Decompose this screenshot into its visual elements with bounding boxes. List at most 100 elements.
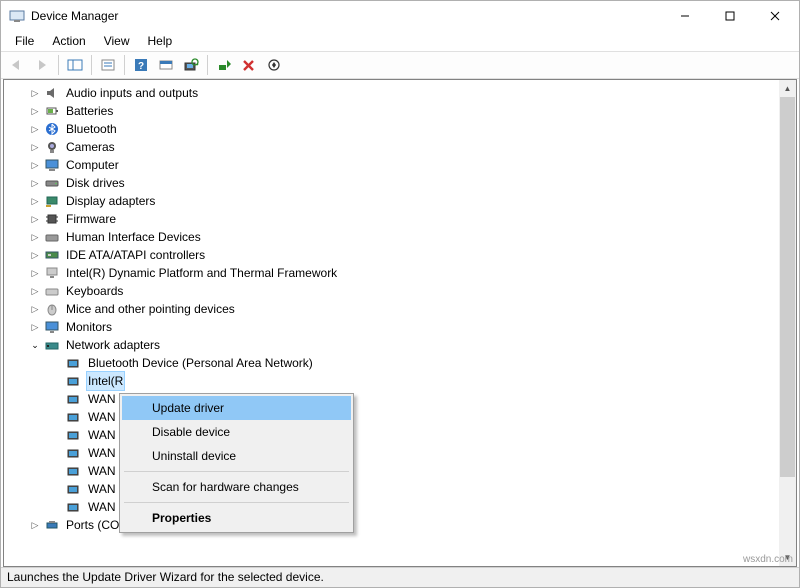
- tree-node-network-adapters[interactable]: ⌄ Network adapters: [4, 336, 796, 354]
- camera-icon: [44, 139, 60, 155]
- expand-icon[interactable]: ▷: [28, 320, 42, 334]
- properties-button[interactable]: [96, 53, 120, 77]
- toolbar: ?: [1, 51, 799, 79]
- menu-file[interactable]: File: [7, 33, 42, 49]
- context-uninstall-device[interactable]: Uninstall device: [122, 444, 351, 468]
- disable-device-button[interactable]: [262, 53, 286, 77]
- expand-icon[interactable]: ▷: [28, 122, 42, 136]
- tree-node-cameras[interactable]: ▷ Cameras: [4, 138, 796, 156]
- update-driver-button[interactable]: [212, 53, 236, 77]
- scroll-thumb[interactable]: [780, 97, 795, 477]
- expand-icon[interactable]: ▷: [28, 230, 42, 244]
- expand-icon[interactable]: ▷: [28, 140, 42, 154]
- toolbar-separator: [91, 55, 92, 75]
- disk-icon: [44, 175, 60, 191]
- app-icon: [9, 8, 25, 24]
- toolbar-separator: [58, 55, 59, 75]
- vertical-scrollbar[interactable]: ▲ ▼: [779, 80, 796, 566]
- tree-node-mice[interactable]: ▷ Mice and other pointing devices: [4, 300, 796, 318]
- tree-node-display[interactable]: ▷ Display adapters: [4, 192, 796, 210]
- collapse-icon[interactable]: ⌄: [28, 338, 42, 352]
- maximize-button[interactable]: [707, 2, 752, 30]
- context-properties[interactable]: Properties: [122, 506, 351, 530]
- menu-view[interactable]: View: [96, 33, 138, 49]
- system-icon: [44, 265, 60, 281]
- scroll-track[interactable]: [779, 97, 796, 549]
- expand-icon[interactable]: ▷: [28, 518, 42, 532]
- menu-help[interactable]: Help: [140, 33, 181, 49]
- tree-label: Keyboards: [64, 282, 125, 300]
- watermark: wsxdn.com: [743, 554, 793, 565]
- mouse-icon: [44, 301, 60, 317]
- tree-label: Firmware: [64, 210, 118, 228]
- tree-node-batteries[interactable]: ▷ Batteries: [4, 102, 796, 120]
- computer-icon: [44, 157, 60, 173]
- expand-icon[interactable]: ▷: [28, 248, 42, 262]
- tree-label: Monitors: [64, 318, 114, 336]
- display-adapter-icon: [44, 193, 60, 209]
- firmware-icon: [44, 211, 60, 227]
- tree-node-disk[interactable]: ▷ Disk drives: [4, 174, 796, 192]
- show-hide-console-tree-button[interactable]: [63, 53, 87, 77]
- tree-label: WAN: [86, 408, 118, 426]
- network-adapter-icon: [66, 463, 82, 479]
- expand-icon[interactable]: ▷: [28, 176, 42, 190]
- tree-node-adapter-selected[interactable]: Intel(R: [4, 372, 796, 390]
- expand-icon[interactable]: ▷: [28, 266, 42, 280]
- tree-label: Disk drives: [64, 174, 127, 192]
- tree-node-ide[interactable]: ▷ IDE ATA/ATAPI controllers: [4, 246, 796, 264]
- tree-node-intel-dptf[interactable]: ▷ Intel(R) Dynamic Platform and Thermal …: [4, 264, 796, 282]
- tree-label: WAN: [86, 444, 118, 462]
- help-button[interactable]: ?: [129, 53, 153, 77]
- keyboard-icon: [44, 283, 60, 299]
- tree-node-adapter[interactable]: Bluetooth Device (Personal Area Network): [4, 354, 796, 372]
- tree-label: Computer: [64, 156, 121, 174]
- tree-node-bluetooth[interactable]: ▷ Bluetooth: [4, 120, 796, 138]
- minimize-button[interactable]: [662, 2, 707, 30]
- context-separator: [124, 502, 349, 503]
- tree-label: Intel(R) Dynamic Platform and Thermal Fr…: [64, 264, 339, 282]
- title-bar: Device Manager: [1, 1, 799, 31]
- expand-icon[interactable]: ▷: [28, 158, 42, 172]
- expand-icon[interactable]: ▷: [28, 104, 42, 118]
- network-adapter-icon: [66, 445, 82, 461]
- close-button[interactable]: [752, 2, 797, 30]
- ports-icon: [44, 517, 60, 533]
- battery-icon: [44, 103, 60, 119]
- tree-label: Bluetooth: [64, 120, 119, 138]
- ide-icon: [44, 247, 60, 263]
- device-tree-panel: ▷ Audio inputs and outputs ▷ Batteries ▷…: [3, 79, 797, 567]
- tree-label: Mice and other pointing devices: [64, 300, 237, 318]
- menu-action[interactable]: Action: [44, 33, 93, 49]
- tree-label: Human Interface Devices: [64, 228, 203, 246]
- forward-button[interactable]: [30, 53, 54, 77]
- expand-icon[interactable]: ▷: [28, 194, 42, 208]
- expand-icon[interactable]: ▷: [28, 86, 42, 100]
- tree-node-audio[interactable]: ▷ Audio inputs and outputs: [4, 84, 796, 102]
- expand-icon[interactable]: ▷: [28, 284, 42, 298]
- back-button[interactable]: [5, 53, 29, 77]
- toolbar-button[interactable]: [154, 53, 178, 77]
- tree-label: Display adapters: [64, 192, 157, 210]
- scroll-up-button[interactable]: ▲: [779, 80, 796, 97]
- status-text: Launches the Update Driver Wizard for th…: [7, 570, 324, 584]
- tree-node-computer[interactable]: ▷ Computer: [4, 156, 796, 174]
- uninstall-device-button[interactable]: [237, 53, 261, 77]
- scan-hardware-button[interactable]: [179, 53, 203, 77]
- context-disable-device[interactable]: Disable device: [122, 420, 351, 444]
- tree-node-monitors[interactable]: ▷ Monitors: [4, 318, 796, 336]
- expand-icon[interactable]: ▷: [28, 302, 42, 316]
- menu-bar: File Action View Help: [1, 31, 799, 51]
- expand-icon[interactable]: ▷: [28, 212, 42, 226]
- tree-node-firmware[interactable]: ▷ Firmware: [4, 210, 796, 228]
- network-adapter-icon: [66, 427, 82, 443]
- tree-node-hid[interactable]: ▷ Human Interface Devices: [4, 228, 796, 246]
- network-adapter-icon: [66, 373, 82, 389]
- tree-label: WAN: [86, 390, 118, 408]
- network-adapter-icon: [66, 499, 82, 515]
- svg-text:?: ?: [138, 61, 144, 72]
- context-update-driver[interactable]: Update driver: [122, 396, 351, 420]
- context-scan-hardware[interactable]: Scan for hardware changes: [122, 475, 351, 499]
- window-buttons: [662, 2, 797, 30]
- tree-node-keyboards[interactable]: ▷ Keyboards: [4, 282, 796, 300]
